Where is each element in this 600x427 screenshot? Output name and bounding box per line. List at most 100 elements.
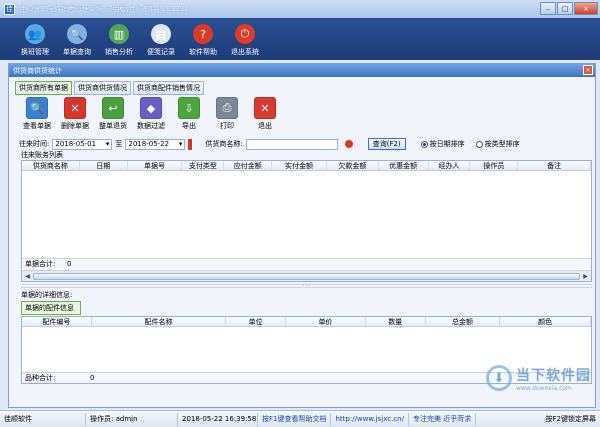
toolbar-button-0[interactable]: 👥 换班管理 (14, 20, 56, 60)
date-to-picker[interactable]: 2018-05-22 ▾ (125, 138, 186, 150)
close-button[interactable]: × (574, 2, 598, 15)
column-header[interactable]: 总金额 (426, 317, 501, 326)
date-to-value: 2018-05-22 (128, 140, 170, 148)
column-header[interactable]: 支付类型 (182, 161, 225, 170)
exit-icon: ✕ (254, 97, 276, 119)
column-header[interactable]: 供货商名称 (22, 161, 80, 170)
window-controls: – □ × (540, 2, 598, 15)
toolbar-label: 便笺记录 (147, 48, 175, 56)
magnifier-icon: 🔍 (67, 24, 87, 44)
column-header[interactable]: 应付金额 (224, 161, 273, 170)
column-header[interactable]: 操作员 (470, 161, 519, 170)
notepad-icon: ▤ (151, 24, 171, 44)
child-window-title: 供货商供货统计 (9, 64, 595, 77)
documents-grid-footer: 单据合计: 0 (22, 258, 591, 269)
printer-icon: ⎙ (216, 97, 238, 119)
subtool-button-0[interactable]: 🔍 查看单据 (21, 97, 53, 135)
scroll-right-icon[interactable]: ▶ (580, 271, 591, 282)
title-bar: 佳 佳顺汽车配件销售管理系统 试用版[佳顺软件] 2013V1 – □ × (0, 0, 600, 18)
subtool-label: 打印 (220, 122, 234, 130)
sort-by-date-label: 按日期排序 (429, 140, 465, 148)
toolbar-label: 退出系统 (231, 48, 259, 56)
window-title: 佳顺汽车配件销售管理系统 试用版[佳顺软件] 2013V1 (19, 5, 189, 13)
status-bar: 佳顺软件 操作员: admin 2018-05-22 16:39:58 按F1键… (0, 410, 600, 427)
tab-document-parts[interactable]: 单据的配件信息 (21, 301, 81, 315)
toolbar-button-2[interactable]: ▥ 销售分析 (98, 20, 140, 60)
column-header[interactable]: 备注 (518, 161, 592, 170)
subtool-button-2[interactable]: ↩ 整单退货 (97, 97, 129, 135)
clear-icon[interactable] (344, 140, 353, 148)
status-company: 佳顺软件 (0, 412, 86, 426)
subtool-label: 查看单据 (23, 122, 51, 130)
column-header[interactable]: 单据号 (128, 161, 183, 170)
documents-grid-header: 供货商名称 日期 单据号 支付类型 应付金额 实付金额 欠款金额 优惠金额 经办人 操作员 备注 (22, 161, 592, 171)
status-url[interactable]: http://www.jsjxc.cn/ (331, 412, 409, 426)
sort-by-date-radio[interactable]: 按日期排序 (420, 139, 465, 149)
watermark-url: www.downxia.com (516, 384, 572, 392)
toolbar-button-4[interactable]: ? 软件帮助 (182, 20, 224, 60)
detail-tab-strip: 单据的配件信息 (9, 301, 595, 315)
chart-icon: ▥ (109, 24, 129, 44)
status-datetime: 2018-05-22 16:39:58 (178, 412, 258, 426)
footer-label: 品种合计: (25, 374, 56, 382)
sub-toolbar: 🔍 查看单据 ✕ 删除单据 ↩ 整单退货 ◆ 数据过滤 ⇩ 导出 ⎙ 打印 ✕ 退出 (9, 95, 595, 135)
horizontal-scrollbar[interactable]: ◀ ▶ (22, 270, 591, 281)
date-label: 往来时间: (19, 140, 50, 148)
status-operator: 操作员: admin (86, 412, 178, 426)
tab-all-documents[interactable]: 供货商所有单据 (15, 81, 72, 95)
status-help: 按F1键查看帮助文档 (258, 412, 332, 426)
subtool-label: 整单退货 (99, 122, 127, 130)
parts-grid-header: 配件编号 配件名称 单位 单价 数量 总金额 颜色 (22, 317, 592, 327)
status-lock: 按F2键锁定屏幕 (545, 415, 596, 423)
tab-supply-status[interactable]: 供货商供货情况 (74, 81, 131, 95)
query-button[interactable]: 查询(F2) (367, 138, 406, 150)
maximize-button[interactable]: □ (557, 2, 573, 15)
delete-icon: ✕ (64, 97, 86, 119)
column-header[interactable]: 欠款金额 (327, 161, 379, 170)
scroll-thumb[interactable] (33, 272, 580, 280)
subtool-label: 退出 (258, 122, 272, 130)
tab-parts-sales[interactable]: 供货商配件销售情况 (133, 81, 204, 95)
column-header[interactable]: 优惠金额 (379, 161, 429, 170)
toolbar-button-5[interactable]: ⏻ 退出系统 (224, 20, 266, 60)
column-header[interactable]: 颜色 (500, 317, 592, 326)
subtool-button-3[interactable]: ◆ 数据过滤 (135, 97, 167, 135)
column-header[interactable]: 配件编号 (22, 317, 92, 326)
splitter[interactable]: · · · (21, 283, 592, 289)
subtool-button-4[interactable]: ⇩ 导出 (173, 97, 205, 135)
toolbar-label: 销售分析 (105, 48, 133, 56)
date-from-picker[interactable]: 2018-05-01 ▾ (52, 138, 113, 150)
scroll-left-icon[interactable]: ◀ (22, 271, 33, 282)
watermark: ⬇ 当下软件园 www.downxia.com (486, 350, 596, 406)
sort-by-type-label: 按类型排序 (484, 140, 520, 148)
detail-caption: 单据的详细信息: (21, 291, 73, 299)
documents-grid[interactable]: 供货商名称 日期 单据号 支付类型 应付金额 实付金额 欠款金额 优惠金额 经办人 操作员 备注 单… (21, 160, 592, 282)
help-icon: ? (193, 24, 213, 44)
to-label: 至 (115, 140, 123, 148)
child-title-text: 供货商供货统计 (13, 66, 62, 75)
tab-strip: 供货商所有单据 供货商供货情况 供货商配件销售情况 (9, 77, 595, 95)
main-toolbar: 👥 换班管理 🔍 单据查询 ▥ 销售分析 ▤ 便笺记录? 软件帮助 ⏻ 退出系统 (0, 18, 600, 60)
toolbar-label: 软件帮助 (189, 48, 217, 56)
grid1-caption: 往来账务列表 (21, 151, 63, 159)
column-header[interactable]: 配件名称 (92, 317, 227, 326)
download-logo-icon: ⬇ (486, 365, 512, 391)
toolbar-label: 换班管理 (21, 48, 49, 56)
subtool-button-6[interactable]: ✕ 退出 (249, 97, 281, 135)
minimize-button[interactable]: – (540, 2, 556, 15)
column-header[interactable]: 经办人 (429, 161, 471, 170)
toolbar-button-1[interactable]: 🔍 单据查询 (56, 20, 98, 60)
column-header[interactable]: 实付金额 (272, 161, 327, 170)
calendar-icon: ▾ (105, 140, 110, 148)
toolbar-button-3[interactable]: ▤ 便笺记录 (140, 20, 182, 60)
sort-by-type-radio[interactable]: 按类型排序 (475, 139, 520, 149)
subtool-button-1[interactable]: ✕ 删除单据 (59, 97, 91, 135)
column-header[interactable]: 日期 (80, 161, 128, 170)
child-close-button[interactable]: × (583, 65, 593, 75)
subtool-label: 导出 (182, 122, 196, 130)
column-header[interactable]: 数量 (366, 317, 426, 326)
subtool-button-5[interactable]: ⎙ 打印 (211, 97, 243, 135)
column-header[interactable]: 单位 (226, 317, 287, 326)
column-header[interactable]: 单价 (286, 317, 366, 326)
supplier-input[interactable] (245, 138, 338, 150)
